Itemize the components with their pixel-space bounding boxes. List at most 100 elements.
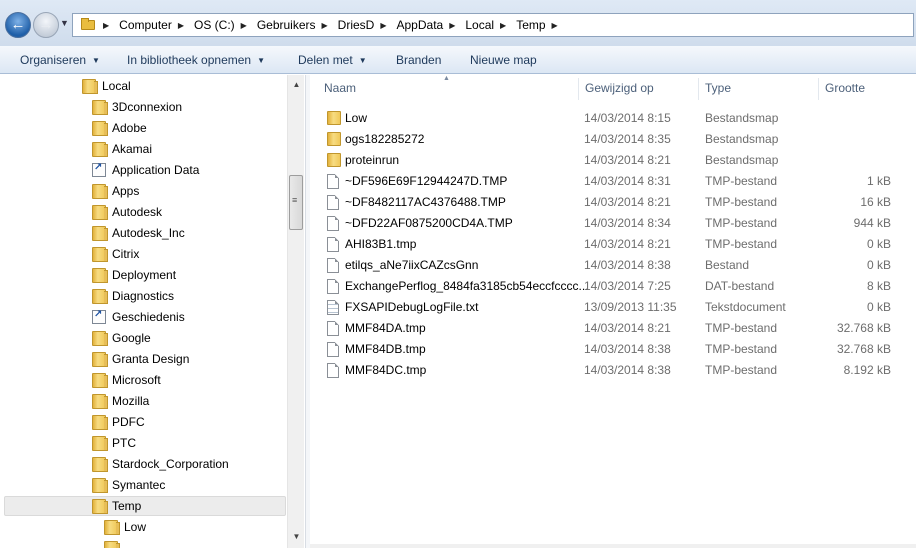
file-row[interactable]: MMF84DA.tmp 14/03/2014 8:21 TMP-bestand 32.…	[310, 317, 916, 338]
folder-icon	[92, 435, 108, 451]
file-size: 16 kB	[860, 195, 891, 209]
folder-icon	[92, 267, 108, 283]
chevron-right-icon[interactable]: ▶	[237, 21, 255, 30]
burn-button[interactable]: Branden	[396, 53, 441, 67]
breadcrumb-item[interactable]: DriesD	[336, 18, 377, 32]
nav-item[interactable]: Google	[92, 328, 151, 348]
recent-pages-dropdown[interactable]: ▼	[60, 18, 69, 28]
nav-item[interactable]: Deployment	[92, 265, 176, 285]
share-with-button[interactable]: Delen met ▼	[298, 53, 367, 67]
nav-item[interactable]: Microsoft	[92, 370, 161, 390]
file-icon	[327, 321, 339, 336]
file-row[interactable]: ExchangePerflog_8484fa3185cb54eccfcccc..…	[310, 275, 916, 296]
file-row[interactable]: FXSAPIDebugLogFile.txt 13/09/2013 11:35 Te…	[310, 296, 916, 317]
breadcrumb-item[interactable]: AppData	[395, 18, 446, 32]
file-list: ▲ Naam Gewijzigd op Type Grootte Low 14/0…	[310, 75, 916, 548]
horizontal-scrollbar[interactable]	[310, 544, 916, 548]
folder-icon	[92, 225, 108, 241]
nav-item[interactable]: 3Dconnexion	[92, 97, 182, 117]
folder-icon	[82, 78, 98, 94]
nav-item[interactable]: Temp	[4, 496, 286, 516]
nav-item[interactable]: Adobe	[92, 118, 147, 138]
nav-item[interactable]: Autodesk	[92, 202, 162, 222]
nav-scrollbar[interactable]: ▲ ▼	[287, 75, 304, 548]
file-date: 14/03/2014 8:38	[584, 258, 671, 272]
nav-item[interactable]: Mozilla	[92, 391, 149, 411]
column-header-date[interactable]: Gewijzigd op	[585, 81, 654, 95]
nav-item-partial[interactable]	[104, 538, 124, 548]
file-icon	[327, 258, 339, 273]
folder-icon	[92, 393, 108, 409]
nav-item-local[interactable]: Local	[82, 76, 131, 96]
file-row[interactable]: Low 14/03/2014 8:15 Bestandsmap	[310, 107, 916, 128]
nav-item[interactable]: Apps	[92, 181, 139, 201]
file-row[interactable]: etilqs_aNe7iixCAZcsGnn 14/03/2014 8:38 Bes…	[310, 254, 916, 275]
nav-item[interactable]: PDFC	[92, 412, 145, 432]
nav-item[interactable]: Geschiedenis	[92, 307, 185, 327]
breadcrumb-item[interactable]: Local	[463, 18, 496, 32]
file-row[interactable]: ~DF8482117AC4376488.TMP 14/03/2014 8:21 TM…	[310, 191, 916, 212]
nav-item[interactable]: Granta Design	[92, 349, 189, 369]
file-row[interactable]: AHI83B1.tmp 14/03/2014 8:21 TMP-bestand 0 k…	[310, 233, 916, 254]
new-folder-button[interactable]: Nieuwe map	[470, 53, 537, 67]
nav-item[interactable]: Diagnostics	[92, 286, 174, 306]
file-size: 0 kB	[866, 237, 891, 251]
column-header-size[interactable]: Grootte	[825, 81, 865, 95]
chevron-right-icon[interactable]: ▶	[376, 21, 394, 30]
nav-item[interactable]: Autodesk_Inc	[92, 223, 185, 243]
folder-icon	[327, 132, 341, 146]
column-header-type[interactable]: Type	[705, 81, 731, 95]
scrollbar-thumb[interactable]	[289, 175, 303, 230]
chevron-right-icon[interactable]: ▶	[174, 21, 192, 30]
column-divider[interactable]	[818, 78, 819, 100]
nav-item-label: Apps	[112, 184, 140, 198]
nav-item-label: Temp	[112, 499, 142, 513]
file-row[interactable]: proteinrun 14/03/2014 8:21 Bestandsmap	[310, 149, 916, 170]
nav-item[interactable]: Stardock_Corporation	[92, 454, 229, 474]
scroll-down-arrow-icon[interactable]: ▼	[288, 532, 305, 541]
file-icon	[327, 216, 339, 231]
column-divider[interactable]	[698, 78, 699, 100]
file-row[interactable]: ogs182285272 14/03/2014 8:35 Bestandsmap	[310, 128, 916, 149]
column-header-name[interactable]: Naam	[324, 81, 356, 95]
nav-item-label: Google	[112, 331, 151, 345]
file-row[interactable]: MMF84DC.tmp 14/03/2014 8:38 TMP-bestand 8.1…	[310, 359, 916, 380]
folder-icon	[92, 498, 108, 514]
nav-item[interactable]: Citrix	[92, 244, 139, 264]
nav-item[interactable]: Application Data	[92, 160, 199, 180]
forward-button[interactable]: →	[33, 12, 59, 38]
nav-item-label: Geschiedenis	[112, 310, 185, 324]
file-row[interactable]: ~DF596E69F12944247D.TMP 14/03/2014 8:31 TM…	[310, 170, 916, 191]
file-date: 14/03/2014 8:21	[584, 321, 671, 335]
breadcrumb-item[interactable]: Computer	[117, 18, 174, 32]
chevron-right-icon[interactable]: ▶	[445, 21, 463, 30]
nav-item-low[interactable]: Low	[104, 517, 146, 537]
chevron-right-icon[interactable]: ▶	[496, 21, 514, 30]
file-size: 32.768 kB	[836, 342, 891, 356]
nav-item-label: PTC	[112, 436, 136, 450]
file-type: TMP-bestand	[705, 174, 778, 188]
breadcrumb[interactable]: ▶ Computer ▶ OS (C:) ▶ Gebruikers ▶ DriesD ▶…	[72, 13, 914, 37]
nav-item[interactable]: PTC	[92, 433, 136, 453]
include-in-library-button[interactable]: In bibliotheek opnemen ▼	[127, 53, 265, 67]
column-divider[interactable]	[578, 78, 579, 100]
organize-button[interactable]: Organiseren ▼	[20, 53, 100, 67]
organize-label: Organiseren	[20, 53, 87, 67]
breadcrumb-item[interactable]: Gebruikers	[255, 18, 318, 32]
folder-icon	[92, 456, 108, 472]
nav-item[interactable]: Akamai	[92, 139, 152, 159]
file-name: ExchangePerflog_8484fa3185cb54eccfcccc..…	[345, 279, 589, 293]
breadcrumb-item[interactable]: Temp	[514, 18, 547, 32]
file-date: 13/09/2013 11:35	[584, 300, 677, 314]
breadcrumb-item[interactable]: OS (C:)	[192, 18, 237, 32]
chevron-right-icon[interactable]: ▶	[548, 21, 566, 30]
file-row[interactable]: MMF84DB.tmp 14/03/2014 8:38 TMP-bestand 32.…	[310, 338, 916, 359]
text-file-icon	[327, 300, 339, 315]
scroll-up-arrow-icon[interactable]: ▲	[288, 80, 305, 89]
chevron-right-icon[interactable]: ▶	[99, 21, 117, 30]
file-size: 0 kB	[866, 258, 891, 272]
file-row[interactable]: ~DFD22AF0875200CD4A.TMP 14/03/2014 8:34 TM…	[310, 212, 916, 233]
back-button[interactable]: ←	[5, 12, 31, 38]
chevron-right-icon[interactable]: ▶	[318, 21, 336, 30]
nav-item[interactable]: Symantec	[92, 475, 165, 495]
